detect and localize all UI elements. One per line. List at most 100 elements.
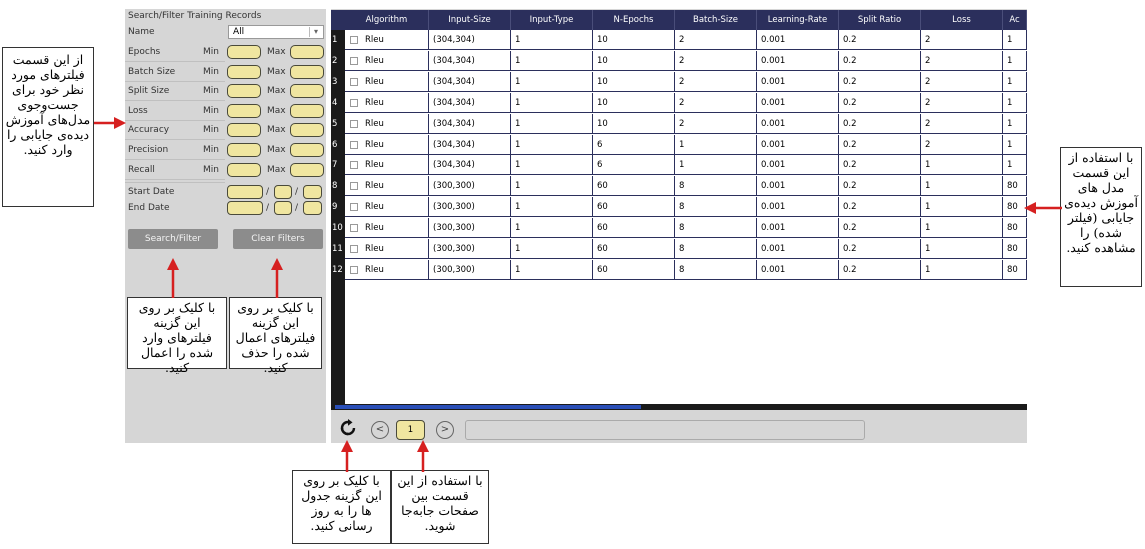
batch-size-max-input[interactable] xyxy=(290,64,324,79)
table-cell: 1 xyxy=(511,134,593,155)
table-row[interactable]: Rleu (304,304) 1 6 1 0.001 0.2 2 1 xyxy=(345,134,1027,155)
row-number: 4 xyxy=(332,97,338,108)
table-row[interactable]: Rleu (304,304) 1 10 2 0.001 0.2 2 1 xyxy=(345,113,1027,134)
table-row[interactable]: Rleu (300,300) 1 60 8 0.001 0.2 1 80 xyxy=(345,239,1027,259)
end-date-year-input[interactable] xyxy=(227,201,263,215)
row-number-column: 1 2 3 4 5 6 7 8 9 10 11 12 xyxy=(331,30,345,410)
table-cell: 1 xyxy=(1003,155,1027,176)
column-header[interactable]: Loss xyxy=(921,10,1003,30)
clear-filters-button[interactable]: Clear Filters xyxy=(233,229,323,249)
max-label: Max xyxy=(267,125,286,136)
table-cell: (300,300) xyxy=(429,239,511,259)
table-cell: 2 xyxy=(675,113,757,134)
table-row[interactable]: Rleu (304,304) 1 10 2 0.001 0.2 2 1 xyxy=(345,30,1027,50)
split-size-max-input[interactable] xyxy=(290,84,324,99)
end-date-month-input[interactable] xyxy=(274,201,292,215)
table-row[interactable]: Rleu (304,304) 1 10 2 0.001 0.2 2 1 xyxy=(345,50,1027,71)
column-header[interactable]: Batch-Size xyxy=(675,10,757,30)
chevron-left-icon[interactable]: < xyxy=(371,421,389,439)
scrollbar-thumb[interactable] xyxy=(335,405,641,409)
column-header[interactable]: Algorithm xyxy=(345,10,429,30)
date-separator: / xyxy=(295,187,299,197)
table-cell: 60 xyxy=(593,197,675,218)
table-row[interactable]: Rleu (304,304) 1 6 1 0.001 0.2 1 1 xyxy=(345,155,1027,176)
recall-max-input[interactable] xyxy=(290,162,324,177)
table-cell: 2 xyxy=(921,113,1003,134)
algorithm-value: Rleu xyxy=(365,55,384,66)
end-date-row: End Date / / xyxy=(125,199,326,217)
table-row[interactable]: Rleu (300,300) 1 60 8 0.001 0.2 1 80 xyxy=(345,197,1027,218)
split-size-min-input[interactable] xyxy=(227,84,261,99)
start-date-month-input[interactable] xyxy=(274,185,292,199)
accuracy-max-input[interactable] xyxy=(290,123,324,138)
algorithm-value: Rleu xyxy=(365,97,384,108)
row-checkbox[interactable] xyxy=(350,119,358,128)
table-body[interactable]: Rleu (304,304) 1 10 2 0.001 0.2 2 1 Rleu (304,304)… xyxy=(345,30,1027,410)
table-cell: 10 xyxy=(593,50,675,71)
table-cell: (304,304) xyxy=(429,30,511,50)
column-header[interactable]: Input-Type xyxy=(511,10,593,30)
table-row[interactable]: Rleu (300,300) 1 60 8 0.001 0.2 1 80 xyxy=(345,218,1027,239)
row-checkbox[interactable] xyxy=(350,161,358,170)
table-cell: 1 xyxy=(511,197,593,218)
table-row[interactable]: Rleu (300,300) 1 60 8 0.001 0.2 1 80 xyxy=(345,176,1027,197)
filters-annotation: از این قسمت فیلترهای مورد نظر خود برای ج… xyxy=(2,47,94,207)
name-select-value: All xyxy=(233,27,245,37)
start-date-day-input[interactable] xyxy=(303,185,322,199)
algorithm-value: Rleu xyxy=(365,76,384,87)
row-checkbox[interactable] xyxy=(350,77,358,86)
table-cell: 2 xyxy=(921,71,1003,92)
column-header[interactable]: N-Epochs xyxy=(593,10,675,30)
row-checkbox[interactable] xyxy=(350,98,358,107)
name-select[interactable]: All ▾ xyxy=(228,25,324,39)
loss-min-input[interactable] xyxy=(227,103,261,118)
algorithm-value: Rleu xyxy=(365,118,384,129)
table-cell: 10 xyxy=(593,71,675,92)
row-checkbox[interactable] xyxy=(350,36,358,44)
row-checkbox[interactable] xyxy=(350,140,358,149)
loss-max-input[interactable] xyxy=(290,103,324,118)
row-number: 11 xyxy=(332,244,343,254)
refresh-icon[interactable] xyxy=(339,419,357,437)
table-cell: 1 xyxy=(511,155,593,176)
column-header[interactable]: Learning-Rate xyxy=(757,10,839,30)
chevron-right-icon[interactable]: > xyxy=(436,421,454,439)
algorithm-value: Rleu xyxy=(365,202,384,213)
row-checkbox[interactable] xyxy=(350,182,358,191)
table-cell: 1 xyxy=(511,50,593,71)
table-cell: 1 xyxy=(1003,30,1027,50)
epochs-min-input[interactable] xyxy=(227,45,261,59)
row-checkbox[interactable] xyxy=(350,224,358,233)
row-checkbox[interactable] xyxy=(350,265,358,274)
end-date-day-input[interactable] xyxy=(303,201,322,215)
row-checkbox[interactable] xyxy=(350,56,358,65)
table-annotation: با استفاده از این قسمت مدل های آموزش دید… xyxy=(1060,147,1142,287)
table-cell: 1 xyxy=(511,239,593,259)
row-checkbox[interactable] xyxy=(350,203,358,212)
table-row[interactable]: Rleu (300,300) 1 60 8 0.001 0.2 1 80 xyxy=(345,259,1027,280)
table-cell: (300,300) xyxy=(429,259,511,280)
column-header[interactable]: Ac xyxy=(1003,10,1027,30)
table-row[interactable]: Rleu (304,304) 1 10 2 0.001 0.2 2 1 xyxy=(345,71,1027,92)
table-row[interactable]: Rleu (304,304) 1 10 2 0.001 0.2 2 1 xyxy=(345,92,1027,113)
current-page-button[interactable]: 1 xyxy=(396,420,425,440)
search-filter-button[interactable]: Search/Filter xyxy=(128,229,218,249)
recall-filter-row: Recall Min Max xyxy=(125,161,326,179)
epochs-max-input[interactable] xyxy=(290,45,324,59)
column-header[interactable]: Split Ratio xyxy=(839,10,921,30)
recall-min-input[interactable] xyxy=(227,162,261,177)
chevron-down-icon[interactable]: ▾ xyxy=(309,27,322,37)
precision-min-input[interactable] xyxy=(227,143,261,157)
table-cell: 0.2 xyxy=(839,30,921,50)
accuracy-min-input[interactable] xyxy=(227,123,261,138)
table-cell: 0.001 xyxy=(757,50,839,71)
date-separator: / xyxy=(266,203,270,213)
table-cell: 0.2 xyxy=(839,50,921,71)
batch-size-min-input[interactable] xyxy=(227,64,261,79)
table-cell: 10 xyxy=(593,30,675,50)
row-checkbox[interactable] xyxy=(350,245,358,253)
column-header[interactable]: Input-Size xyxy=(429,10,511,30)
precision-max-input[interactable] xyxy=(290,143,324,157)
start-date-year-input[interactable] xyxy=(227,185,263,199)
min-label: Min xyxy=(203,125,219,136)
